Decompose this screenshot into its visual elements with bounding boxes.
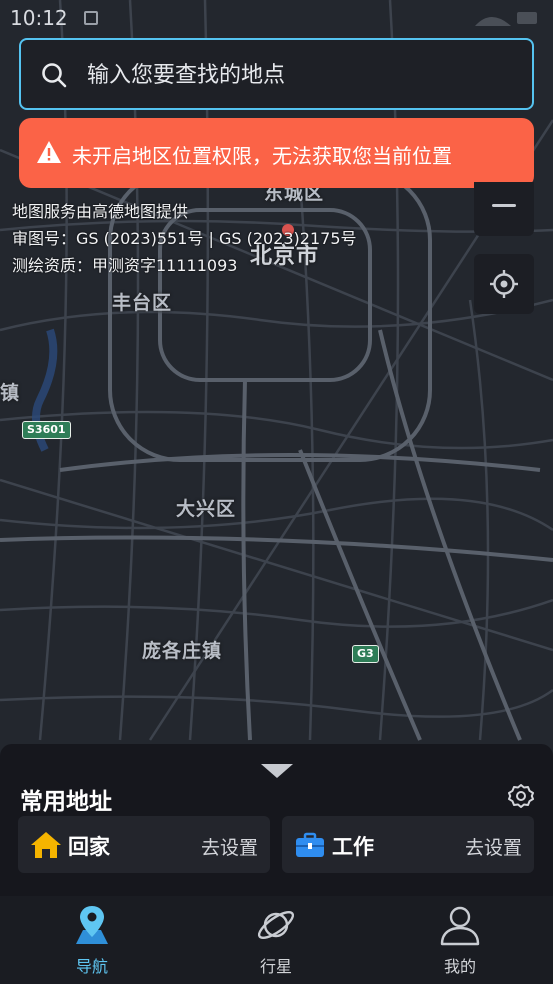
nav-tab-navigation[interactable]: 导航 xyxy=(0,896,184,984)
map-label-fengtai: 丰台区 xyxy=(112,292,173,314)
nav-label-mine: 我的 xyxy=(443,957,476,976)
briefcase-icon xyxy=(296,832,324,857)
map-attribution: 地图服务由高德地图提供 审图号：GS (2023)551号 | GS (2023… xyxy=(12,198,357,279)
home-address-card[interactable]: 回家 去设置 xyxy=(18,816,270,873)
map-label-zhen: 镇 xyxy=(0,382,21,404)
sheet-collapse-handle[interactable] xyxy=(261,764,293,778)
signal-battery-icon xyxy=(475,12,537,26)
home-icon xyxy=(31,832,61,858)
locate-button[interactable] xyxy=(474,254,534,314)
minus-icon xyxy=(492,204,516,207)
nav-label-navigation: 导航 xyxy=(75,957,108,976)
bottom-nav: 导航 行星 我的 xyxy=(0,896,553,984)
location-permission-warning[interactable]: 未开启地区位置权限，无法获取您当前位置 xyxy=(19,118,534,188)
notification-icon xyxy=(84,11,98,25)
crosshair-icon xyxy=(490,270,518,298)
search-icon xyxy=(42,63,67,88)
map-label-daxing: 大兴区 xyxy=(176,498,237,520)
road-shield-s3601: S3601 xyxy=(22,421,71,439)
status-bar: 10:12 xyxy=(0,0,553,36)
nav-tab-mine[interactable]: 我的 xyxy=(368,896,552,984)
home-set-link[interactable]: 去设置 xyxy=(201,833,258,860)
warning-icon xyxy=(37,141,61,163)
planet-icon xyxy=(257,910,295,940)
work-set-link[interactable]: 去设置 xyxy=(465,833,522,860)
navigation-pin-icon xyxy=(76,906,108,944)
work-label: 工作 xyxy=(332,835,374,859)
attribution-line-2: 审图号：GS (2023)551号 | GS (2023)2175号 xyxy=(12,229,357,248)
nav-label-planet: 行星 xyxy=(259,957,292,976)
common-address-sheet: 常用地址 回家 去设置 工作 去设置 xyxy=(0,744,553,896)
settings-icon[interactable] xyxy=(508,783,534,809)
nav-tab-planet[interactable]: 行星 xyxy=(184,896,368,984)
user-icon xyxy=(440,906,480,946)
road-shield-g3: G3 xyxy=(352,645,379,663)
attribution-line-3: 测绘资质：甲测资字11111093 xyxy=(12,256,238,275)
warning-text: 未开启地区位置权限，无法获取您当前位置 xyxy=(72,144,452,168)
common-address-title: 常用地址 xyxy=(20,789,112,815)
home-label: 回家 xyxy=(68,835,110,859)
attribution-line-1: 地图服务由高德地图提供 xyxy=(12,202,189,221)
search-box[interactable] xyxy=(19,38,534,110)
status-time: 10:12 xyxy=(10,6,68,30)
map-label-pangezhuang: 庞各庄镇 xyxy=(142,640,223,662)
search-input[interactable] xyxy=(87,58,507,92)
work-address-card[interactable]: 工作 去设置 xyxy=(282,816,534,873)
zoom-out-button[interactable] xyxy=(474,182,534,236)
